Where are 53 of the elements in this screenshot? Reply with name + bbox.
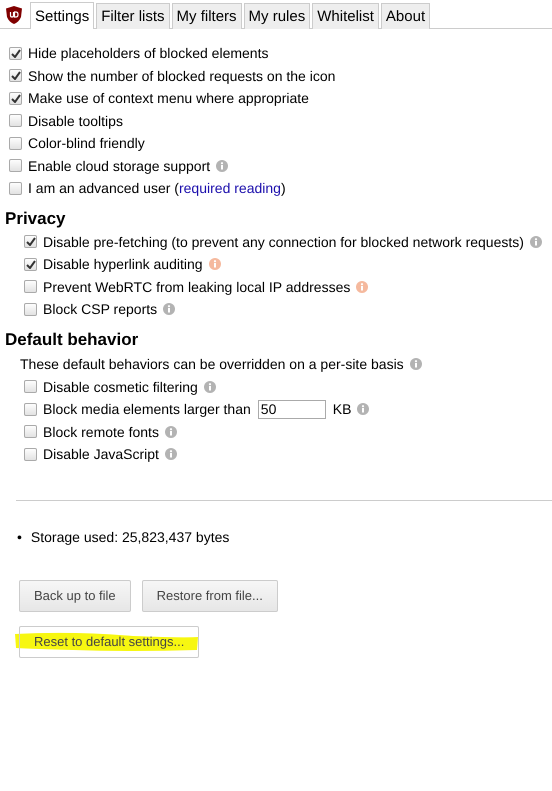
option-label: Disable pre-fetching (to prevent any connection for blocked network requests) (43, 234, 524, 250)
option-label: Hide placeholders of blocked elements (28, 45, 268, 62)
action-button[interactable]: Back up to file (19, 580, 131, 612)
option-label: Disable cosmetic filtering (43, 378, 198, 395)
checkbox[interactable] (24, 235, 37, 248)
checkmark-icon (10, 94, 20, 103)
required-reading-link[interactable]: required reading (178, 180, 281, 196)
bullet: • (17, 528, 22, 544)
option-label: Color-blind friendly (28, 135, 145, 152)
action-button[interactable]: Restore from file... (142, 580, 278, 612)
action-button[interactable]: Reset to default settings... (19, 626, 200, 658)
checkbox[interactable] (9, 159, 22, 172)
tab[interactable]: Filter lists (96, 3, 170, 29)
size-field[interactable]: 50 (258, 400, 326, 419)
option-label: Block media elements larger than (43, 401, 251, 418)
option-label: Block remote fonts (43, 424, 159, 440)
tab[interactable]: About (380, 3, 430, 29)
option-label: Show the number of blocked requests on the icon (28, 68, 336, 84)
checkbox[interactable] (24, 280, 37, 294)
checkbox[interactable] (9, 136, 22, 150)
shield-logo-icon (6, 6, 22, 24)
option-label: Disable JavaScript (43, 446, 159, 462)
tab[interactable]: My filters (172, 3, 242, 29)
checkmark-icon (26, 260, 36, 269)
storage-used-text: Storage used: 25,823,437 bytes (30, 528, 230, 544)
checkbox[interactable] (24, 302, 37, 316)
checkbox[interactable] (9, 46, 22, 60)
section-heading: Privacy (5, 208, 66, 228)
checkbox[interactable] (9, 92, 22, 105)
tab[interactable]: My rules (244, 3, 310, 29)
option-label: Block CSP reports (43, 301, 158, 318)
checkmark-icon (10, 48, 20, 58)
option-label: Make use of context menu where appropriate (28, 90, 309, 106)
tab[interactable]: Whitelist (312, 3, 379, 29)
option-label: Disable tooltips (28, 112, 123, 129)
section-note: These default behaviors can be overridden on a per-site basis (20, 356, 404, 372)
checkmark-icon (26, 237, 36, 246)
unit-label: KB (332, 401, 352, 418)
checkbox[interactable] (24, 258, 37, 271)
option-label: Prevent WebRTC from leaking local IP addresses (43, 278, 350, 295)
checkmark-icon (10, 71, 20, 80)
checkbox[interactable] (9, 114, 22, 128)
option-label: Disable hyperlink auditing (43, 256, 203, 272)
tab[interactable]: Settings (30, 2, 94, 29)
checkbox[interactable] (9, 182, 22, 195)
option-label: Enable cloud storage support (28, 158, 210, 174)
checkbox[interactable] (24, 380, 37, 394)
checkbox[interactable] (24, 425, 37, 438)
checkbox[interactable] (24, 448, 37, 461)
option-label: I am an advanced user (required reading) (28, 180, 286, 196)
section-heading: Default behavior (5, 330, 140, 350)
checkbox[interactable] (24, 402, 37, 416)
checkbox[interactable] (9, 69, 22, 82)
